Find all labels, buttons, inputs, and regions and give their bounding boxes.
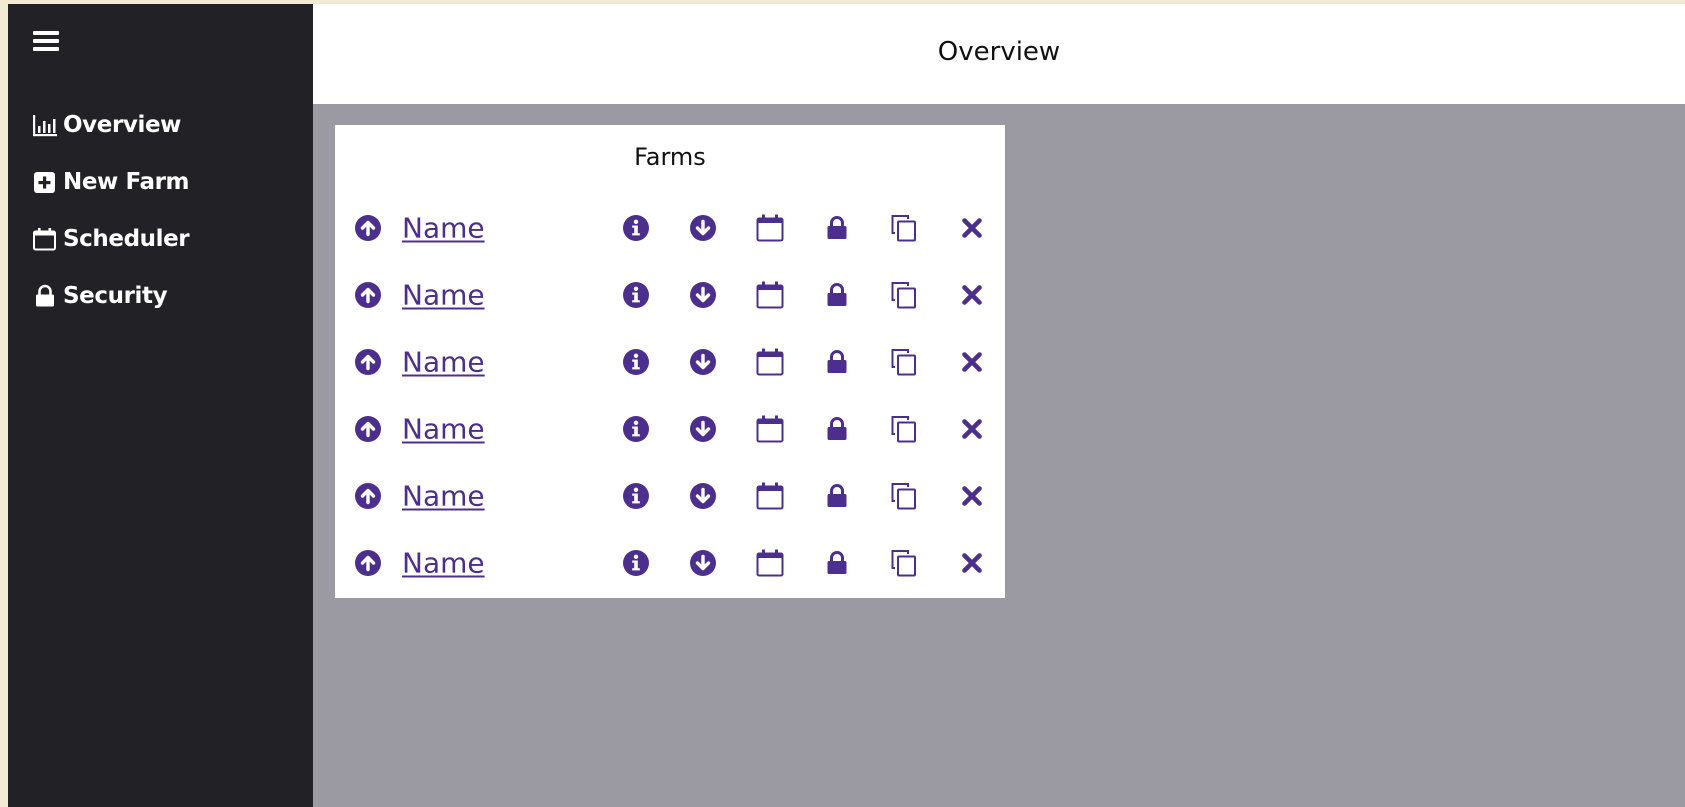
lock-icon: [36, 284, 54, 306]
top-bar: Overview: [313, 4, 1685, 104]
lock-icon[interactable]: [821, 547, 853, 579]
copy-icon[interactable]: [888, 480, 920, 512]
lock-icon[interactable]: [821, 346, 853, 378]
hamburger-icon[interactable]: [33, 31, 59, 53]
farm-row: Name: [335, 395, 1005, 462]
close-icon[interactable]: [956, 413, 988, 445]
arrow-up-circle-icon[interactable]: [352, 480, 384, 512]
copy-icon[interactable]: [888, 212, 920, 244]
close-icon[interactable]: [956, 279, 988, 311]
sidebar-item-label: New Farm: [63, 168, 190, 195]
arrow-up-circle-icon[interactable]: [352, 346, 384, 378]
calendar-icon[interactable]: [754, 480, 786, 512]
sidebar-item-label: Overview: [63, 111, 182, 138]
lock-icon[interactable]: [821, 279, 853, 311]
main-area: Overview Farms Name Name Name Name Name …: [313, 4, 1685, 807]
lock-icon[interactable]: [821, 413, 853, 445]
sidebar-item-overview[interactable]: Overview: [32, 96, 189, 153]
calendar-icon[interactable]: [754, 212, 786, 244]
farm-name-link[interactable]: Name: [402, 412, 485, 445]
arrow-up-circle-icon[interactable]: [352, 547, 384, 579]
close-icon[interactable]: [956, 547, 988, 579]
arrow-up-circle-icon[interactable]: [352, 212, 384, 244]
app: Overview New Farm Scheduler Security Ove…: [8, 4, 1685, 807]
lock-icon[interactable]: [821, 480, 853, 512]
farm-row: Name: [335, 529, 1005, 596]
farm-row: Name: [335, 194, 1005, 261]
info-circle-icon[interactable]: [620, 480, 652, 512]
copy-icon[interactable]: [888, 547, 920, 579]
farms-title: Farms: [634, 143, 706, 171]
arrow-down-circle-icon[interactable]: [687, 346, 719, 378]
copy-icon[interactable]: [888, 413, 920, 445]
info-circle-icon[interactable]: [620, 547, 652, 579]
close-icon[interactable]: [956, 480, 988, 512]
close-icon[interactable]: [956, 212, 988, 244]
plus-square-icon: [34, 171, 55, 193]
sidebar: Overview New Farm Scheduler Security: [8, 4, 313, 807]
arrow-down-circle-icon[interactable]: [687, 212, 719, 244]
calendar-icon[interactable]: [754, 413, 786, 445]
calendar-icon[interactable]: [754, 279, 786, 311]
info-circle-icon[interactable]: [620, 212, 652, 244]
farms-list: Name Name Name Name Name Name: [335, 194, 1005, 596]
arrow-down-circle-icon[interactable]: [687, 279, 719, 311]
info-circle-icon[interactable]: [620, 279, 652, 311]
calendar-icon[interactable]: [754, 346, 786, 378]
copy-icon[interactable]: [888, 279, 920, 311]
sidebar-item-label: Scheduler: [63, 225, 190, 252]
sidebar-item-label: Security: [63, 282, 168, 309]
info-circle-icon[interactable]: [620, 346, 652, 378]
arrow-up-circle-icon[interactable]: [352, 413, 384, 445]
farm-name-link[interactable]: Name: [402, 546, 485, 579]
calendar-icon[interactable]: [754, 547, 786, 579]
sidebar-item-new-farm[interactable]: New Farm: [32, 153, 190, 210]
arrow-up-circle-icon[interactable]: [352, 279, 384, 311]
copy-icon[interactable]: [888, 346, 920, 378]
arrow-down-circle-icon[interactable]: [687, 480, 719, 512]
close-icon[interactable]: [956, 346, 988, 378]
farm-name-link[interactable]: Name: [402, 345, 485, 378]
page-title: Overview: [937, 37, 1061, 67]
sidebar-nav: Overview New Farm Scheduler Security: [32, 96, 190, 324]
farm-name-link[interactable]: Name: [402, 278, 485, 311]
info-circle-icon[interactable]: [620, 413, 652, 445]
lock-icon[interactable]: [821, 212, 853, 244]
arrow-down-circle-icon[interactable]: [687, 413, 719, 445]
sidebar-item-security[interactable]: Security: [32, 267, 189, 324]
farm-row: Name: [335, 328, 1005, 395]
calendar-icon: [33, 227, 56, 250]
farm-name-link[interactable]: Name: [402, 479, 485, 512]
farm-row: Name: [335, 261, 1005, 328]
farm-name-link[interactable]: Name: [402, 211, 485, 244]
arrow-down-circle-icon[interactable]: [687, 547, 719, 579]
farm-row: Name: [335, 462, 1005, 529]
bar-chart-icon: [33, 114, 57, 136]
sidebar-item-scheduler[interactable]: Scheduler: [32, 210, 190, 267]
farms-card: Farms Name Name Name Name Name Name: [335, 125, 1005, 598]
content-area: Farms Name Name Name Name Name Name: [313, 104, 1685, 807]
